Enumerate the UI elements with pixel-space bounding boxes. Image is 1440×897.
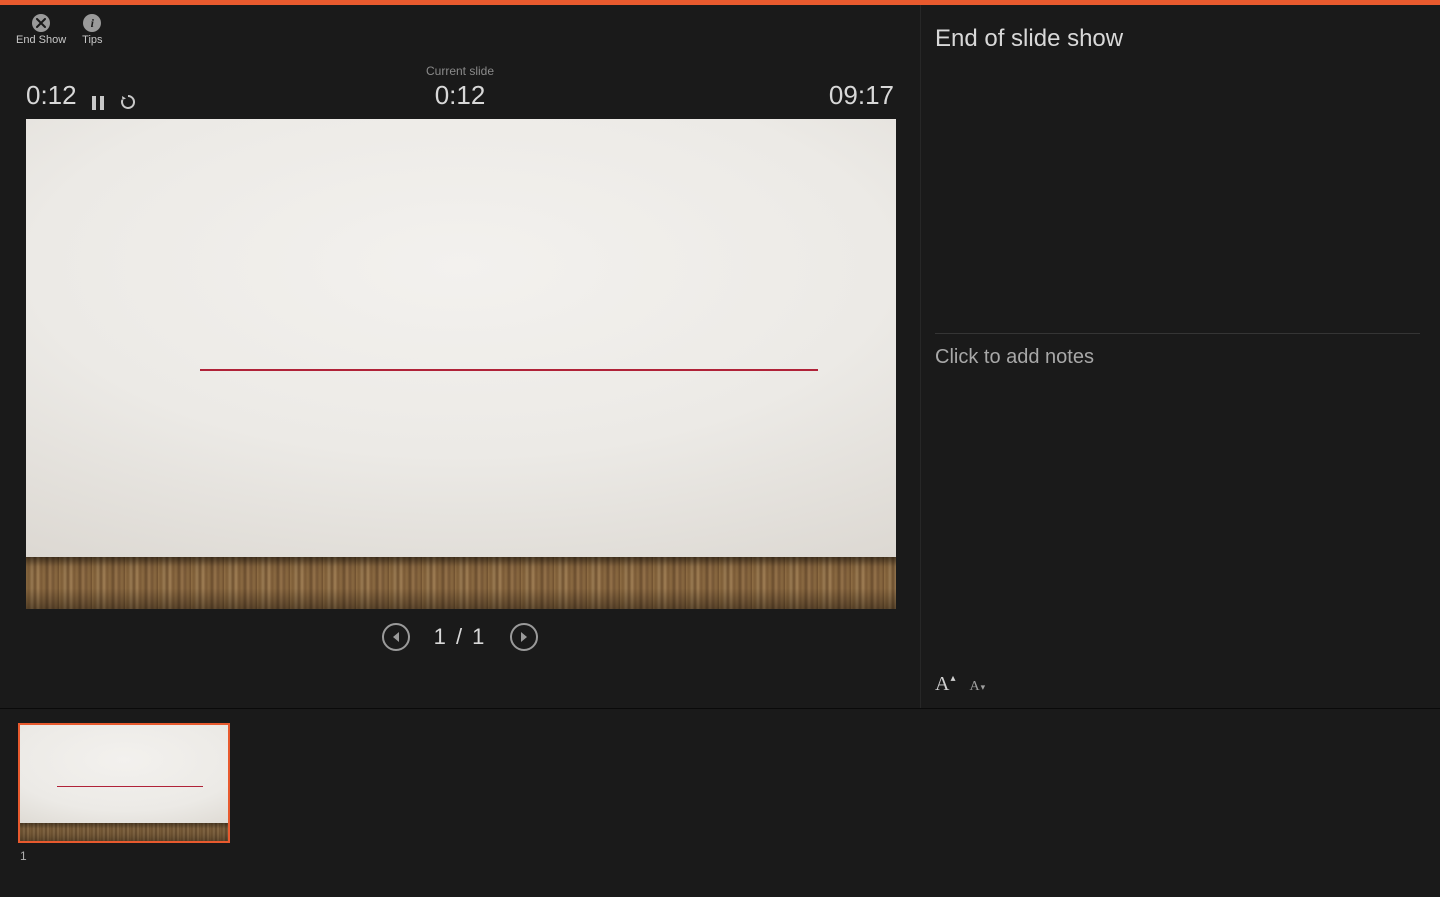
increase-font-button[interactable]: A bbox=[935, 673, 955, 696]
thumbnail-strip: 1 bbox=[0, 708, 1440, 897]
reset-button[interactable] bbox=[119, 93, 137, 111]
slide-background-wall bbox=[26, 119, 896, 609]
thumb-redline bbox=[57, 786, 203, 787]
pause-button[interactable] bbox=[91, 95, 105, 111]
current-slide-timer-group: Current slide 0:12 bbox=[426, 64, 494, 111]
notes-font-controls: A A bbox=[935, 673, 985, 696]
slide-floor bbox=[26, 557, 896, 609]
next-slide-title: End of slide show bbox=[935, 25, 1420, 53]
thumb-floor bbox=[20, 823, 228, 841]
current-slide-preview bbox=[26, 119, 896, 609]
previous-slide-button[interactable] bbox=[382, 623, 410, 651]
presenter-view: End Show Tips 0:12 Current slide 0:12 09… bbox=[0, 5, 1440, 708]
slide-red-line bbox=[200, 369, 818, 371]
notes-input[interactable]: Click to add notes bbox=[935, 346, 1420, 369]
elapsed-timer: 0:12 bbox=[26, 80, 77, 111]
thumbnail-index: 1 bbox=[20, 849, 1422, 863]
current-slide-column: 0:12 Current slide 0:12 09:17 1 / 1 bbox=[0, 5, 920, 708]
decrease-font-button[interactable]: A bbox=[969, 679, 985, 695]
slide-counter: 1 / 1 bbox=[434, 624, 487, 650]
clock-time: 09:17 bbox=[829, 80, 894, 111]
notes-divider bbox=[935, 333, 1420, 334]
slide-thumbnail[interactable] bbox=[18, 723, 230, 843]
current-slide-label: Current slide bbox=[426, 64, 494, 78]
timer-row: 0:12 Current slide 0:12 09:17 bbox=[0, 63, 920, 119]
next-slide-panel: End of slide show Click to add notes A A bbox=[920, 5, 1440, 708]
current-slide-timer: 0:12 bbox=[426, 80, 494, 111]
next-slide-button[interactable] bbox=[510, 623, 538, 651]
slide-navigation: 1 / 1 bbox=[0, 623, 920, 651]
